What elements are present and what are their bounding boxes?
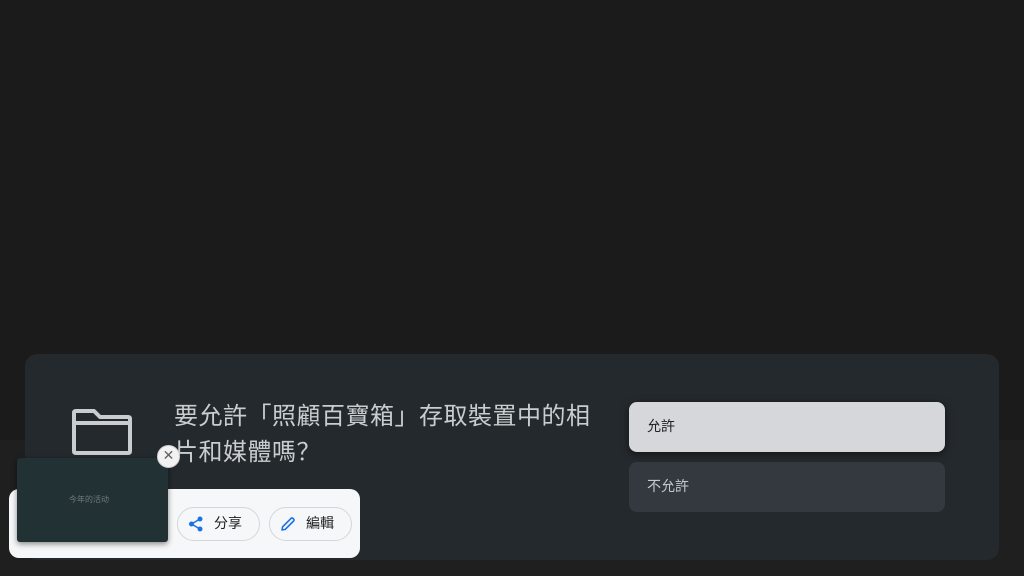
share-icon (189, 516, 203, 532)
edit-button[interactable]: 編輯 (269, 507, 352, 541)
dialog-title: 要允許「照顧百寶箱」存取裝置中的相片和媒體嗎？ (174, 402, 591, 466)
allow-button[interactable]: 允許 (629, 402, 945, 452)
folder-icon (72, 409, 132, 455)
deny-button[interactable]: 不允許 (629, 462, 945, 512)
pencil-icon (281, 517, 295, 531)
edit-label: 編輯 (306, 516, 334, 532)
share-label: 分享 (214, 516, 242, 532)
screenshot-thumbnail[interactable]: 今年的活动 (17, 458, 168, 542)
share-button[interactable]: 分享 (177, 507, 260, 541)
thumbnail-caption: 今年的活动 (69, 495, 109, 504)
close-icon[interactable]: ✕ (157, 445, 180, 468)
